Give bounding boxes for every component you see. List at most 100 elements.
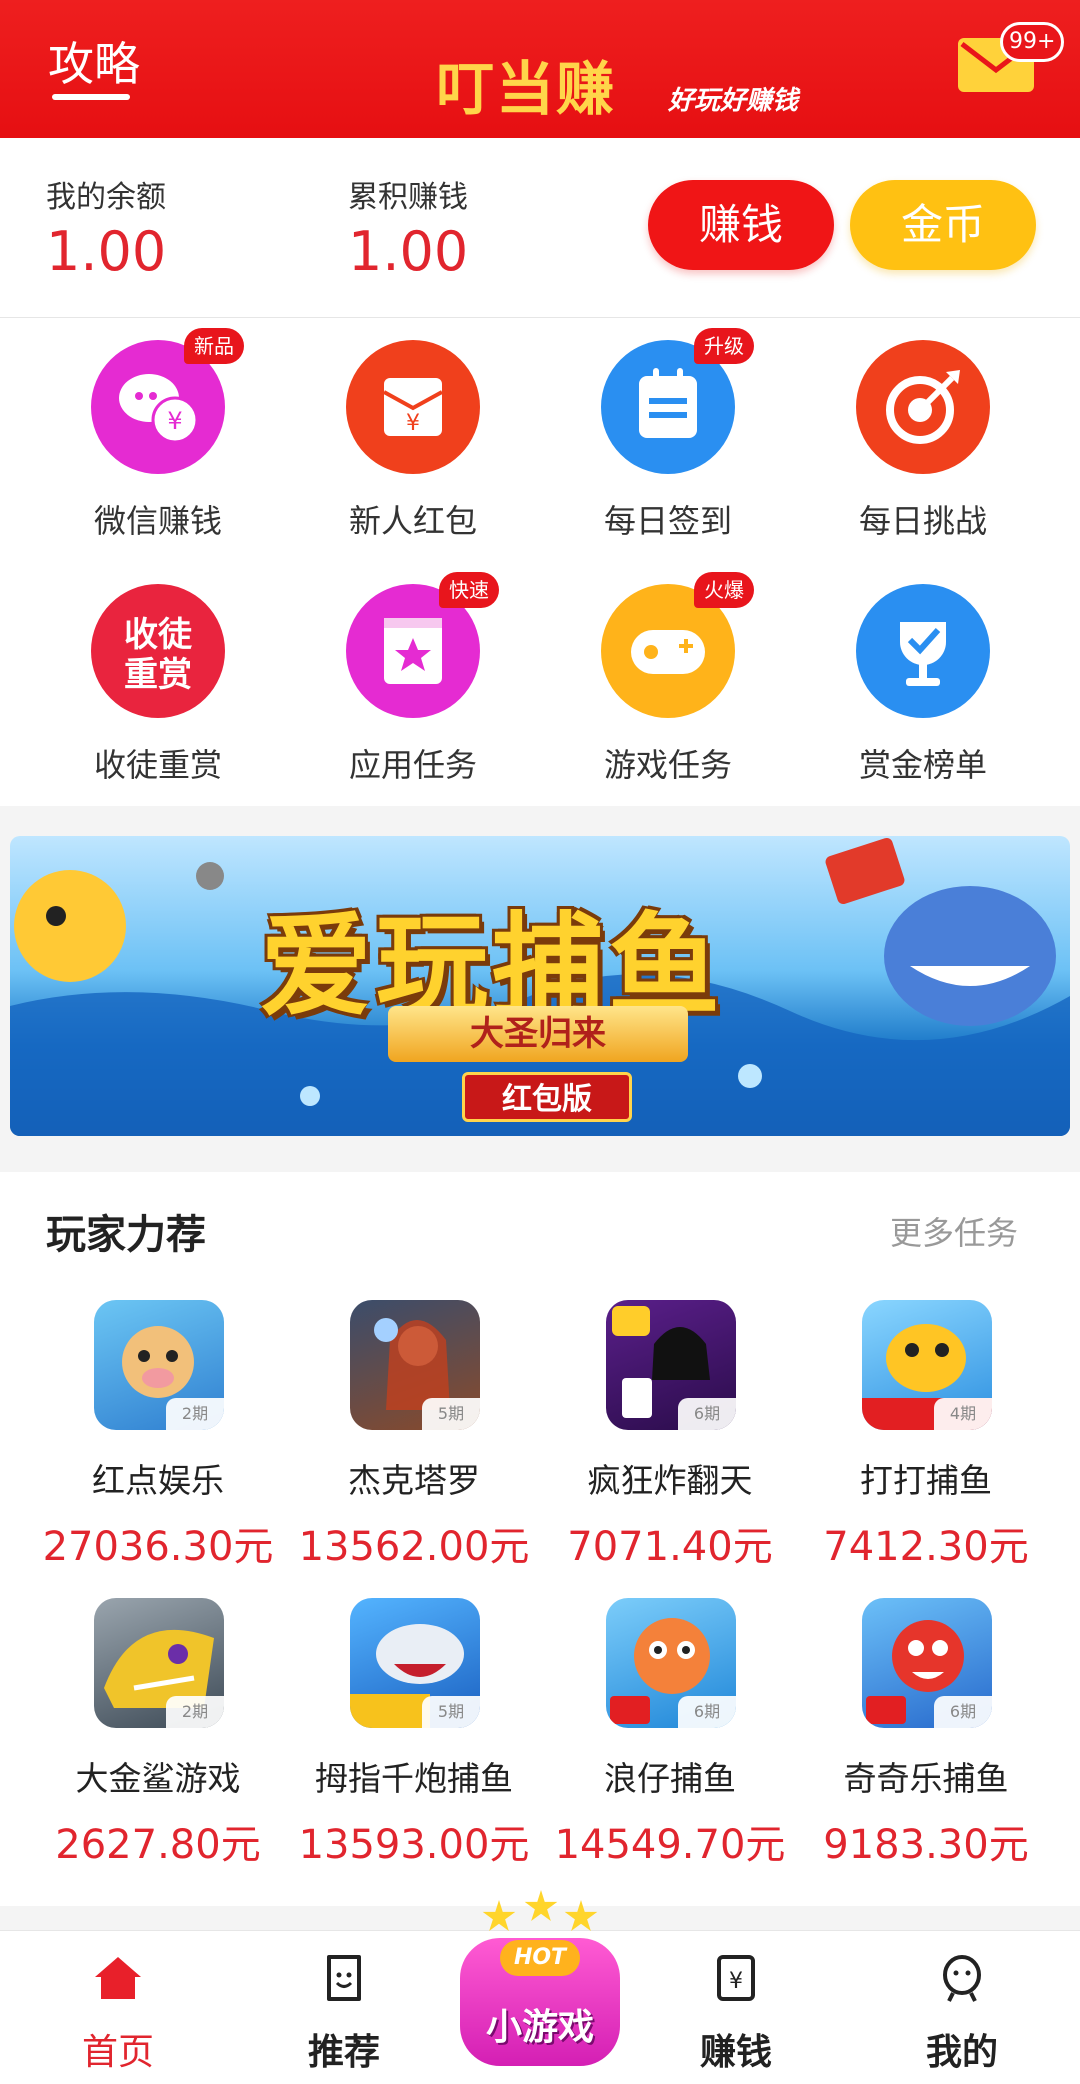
app-logo-title: 叮当赚 (436, 55, 617, 123)
period-badge: 2期 (166, 1398, 224, 1430)
game-prize: 2627.80元 (55, 1822, 261, 1868)
nav-mine[interactable]: 我的 (854, 1931, 1070, 2084)
game-icon: 2期 (94, 1300, 224, 1430)
star-icon (482, 1900, 516, 1931)
grid-item-game-tasks[interactable]: 火爆 游戏任务 (568, 572, 768, 784)
game-card[interactable]: 5期 拇指千炮捕鱼 13593.00元 (286, 1598, 542, 1898)
period-badge: 5期 (422, 1696, 480, 1728)
game-prize: 13593.00元 (298, 1822, 530, 1868)
game-card[interactable]: 4期 打打捕鱼 7412.30元 (798, 1300, 1054, 1600)
grid-item-bounty-rank[interactable]: 赏金榜单 (823, 572, 1023, 784)
star-icon (564, 1900, 598, 1931)
game-name: 红点娱乐 (92, 1461, 224, 1500)
mini-games-label: 小游戏 (485, 2007, 594, 2048)
balance-card: 我的余额 1.00 累积赚钱 1.00 赚钱 金币 (0, 138, 1080, 318)
section-title: 玩家力荐 (46, 1212, 206, 1258)
period-badge: 6期 (934, 1696, 992, 1728)
svg-text:¥: ¥ (729, 1969, 743, 1994)
banner-subtitle: 大圣归来 (388, 1006, 688, 1062)
period-badge: 2期 (166, 1696, 224, 1728)
earn-button[interactable]: 赚钱 (648, 180, 834, 270)
nav-label: 赚钱 (699, 2032, 772, 2073)
period-badge: 6期 (678, 1696, 736, 1728)
hot-tag: 火爆 (694, 572, 754, 608)
game-card[interactable]: 2期 大金鲨游戏 2627.80元 (30, 1598, 286, 1898)
game-prize: 27036.30元 (42, 1524, 274, 1570)
nav-label: 我的 (925, 2032, 998, 2073)
period-badge: 5期 (422, 1398, 480, 1430)
game-card[interactable]: 2期 红点娱乐 27036.30元 (30, 1300, 286, 1600)
grid-item-label: 每日挑战 (858, 502, 987, 540)
profile-icon (943, 1955, 981, 2002)
grid-item-label: 每日签到 (603, 502, 732, 540)
game-name: 浪仔捕鱼 (604, 1759, 736, 1798)
svg-text:¥: ¥ (167, 407, 182, 435)
grid-item-recruit-reward[interactable]: 收徒 重赏 收徒重赏 (58, 572, 258, 784)
grid-item-label: 赏金榜单 (858, 746, 987, 784)
game-icon: 6期 (606, 1598, 736, 1728)
promo-banner[interactable]: 爱玩捕鱼 大圣归来 红包版 (10, 836, 1070, 1136)
nav-earn[interactable]: ¥ 赚钱 (628, 1931, 844, 2084)
coin-button[interactable]: 金币 (850, 180, 1036, 270)
recruit-icon: 收徒 重赏 (91, 584, 225, 718)
game-name: 拇指千炮捕鱼 (315, 1759, 513, 1798)
period-badge: 4期 (934, 1398, 992, 1430)
game-icon: 6期 (606, 1300, 736, 1430)
mail-count-badge: 99+ (1000, 22, 1065, 62)
guide-tab[interactable]: 攻略 (48, 28, 140, 94)
grid-item-daily-checkin[interactable]: 升级 每日签到 (568, 328, 768, 540)
game-icon: 2期 (94, 1598, 224, 1728)
upgrade-tag: 升级 (694, 328, 754, 364)
game-prize: 7071.40元 (567, 1524, 773, 1570)
total-earned-value: 1.00 (348, 220, 469, 283)
star-icon (524, 1890, 558, 1921)
grid-item-newbie-red-envelope[interactable]: ¥ 新人红包 (313, 328, 513, 540)
hot-label: HOT (500, 1940, 580, 1976)
grid-item-label: 收徒重赏 (93, 746, 222, 784)
recruit-icon-text-2: 重赏 (124, 655, 192, 695)
mini-games-button[interactable]: HOT 小游戏 (460, 1890, 620, 2070)
banner-edition-tag: 红包版 (462, 1072, 632, 1122)
game-prize: 7412.30元 (823, 1524, 1029, 1570)
banner-section: 爱玩捕鱼 大圣归来 红包版 (0, 806, 1080, 1172)
game-icon: 4期 (862, 1300, 992, 1430)
game-icon: 5期 (350, 1300, 480, 1430)
smile-card-icon (327, 1955, 361, 2001)
grid-item-wechat-earn[interactable]: ¥ 新品 微信赚钱 (58, 328, 258, 540)
feature-grid: ¥ 新品 微信赚钱 ¥ 新人红包 升级 每日签到 每日挑战 收徒 重赏 收徒重赏… (0, 318, 1080, 806)
grid-item-daily-challenge[interactable]: 每日挑战 (823, 328, 1023, 540)
game-icon: 6期 (862, 1598, 992, 1728)
grid-item-label: 新人红包 (348, 502, 477, 540)
trophy-icon (856, 584, 990, 718)
fast-tag: 快速 (439, 572, 499, 608)
game-prize: 13562.00元 (298, 1524, 530, 1570)
game-card[interactable]: 6期 浪仔捕鱼 14549.70元 (542, 1598, 798, 1898)
recommend-section: 玩家力荐 更多任务 2期 红点娱乐 27036.30元 5期 杰克塔罗 1356… (0, 1172, 1080, 1906)
new-product-tag: 新品 (184, 328, 244, 364)
game-name: 奇奇乐捕鱼 (843, 1759, 1009, 1798)
grid-item-label: 应用任务 (348, 746, 477, 784)
game-name: 大金鲨游戏 (75, 1759, 241, 1798)
game-card[interactable]: 5期 杰克塔罗 13562.00元 (286, 1300, 542, 1600)
nav-label: 推荐 (307, 2032, 380, 2073)
my-balance-value: 1.00 (46, 220, 167, 283)
game-name: 杰克塔罗 (348, 1461, 480, 1500)
my-balance-label: 我的余额 (46, 180, 166, 215)
home-icon (95, 1957, 141, 1999)
period-badge: 6期 (678, 1398, 736, 1430)
nav-label: 首页 (81, 2032, 154, 2073)
game-card[interactable]: 6期 奇奇乐捕鱼 9183.30元 (798, 1598, 1054, 1898)
recruit-icon-text-1: 收徒 (124, 615, 193, 655)
game-prize: 14549.70元 (554, 1822, 786, 1868)
earn-icon: ¥ (717, 1955, 755, 2001)
more-tasks-link[interactable]: 更多任务 (890, 1208, 1018, 1254)
game-prize: 9183.30元 (823, 1822, 1029, 1868)
game-name: 打打捕鱼 (860, 1461, 992, 1500)
game-icon: 5期 (350, 1598, 480, 1728)
nav-recommend[interactable]: 推荐 (236, 1931, 452, 2084)
svg-text:¥: ¥ (406, 411, 420, 436)
grid-item-app-tasks[interactable]: 快速 应用任务 (313, 572, 513, 784)
guide-tab-underline (52, 94, 130, 100)
game-card[interactable]: 6期 疯狂炸翻天 7071.40元 (542, 1300, 798, 1600)
nav-home[interactable]: 首页 (10, 1931, 226, 2084)
